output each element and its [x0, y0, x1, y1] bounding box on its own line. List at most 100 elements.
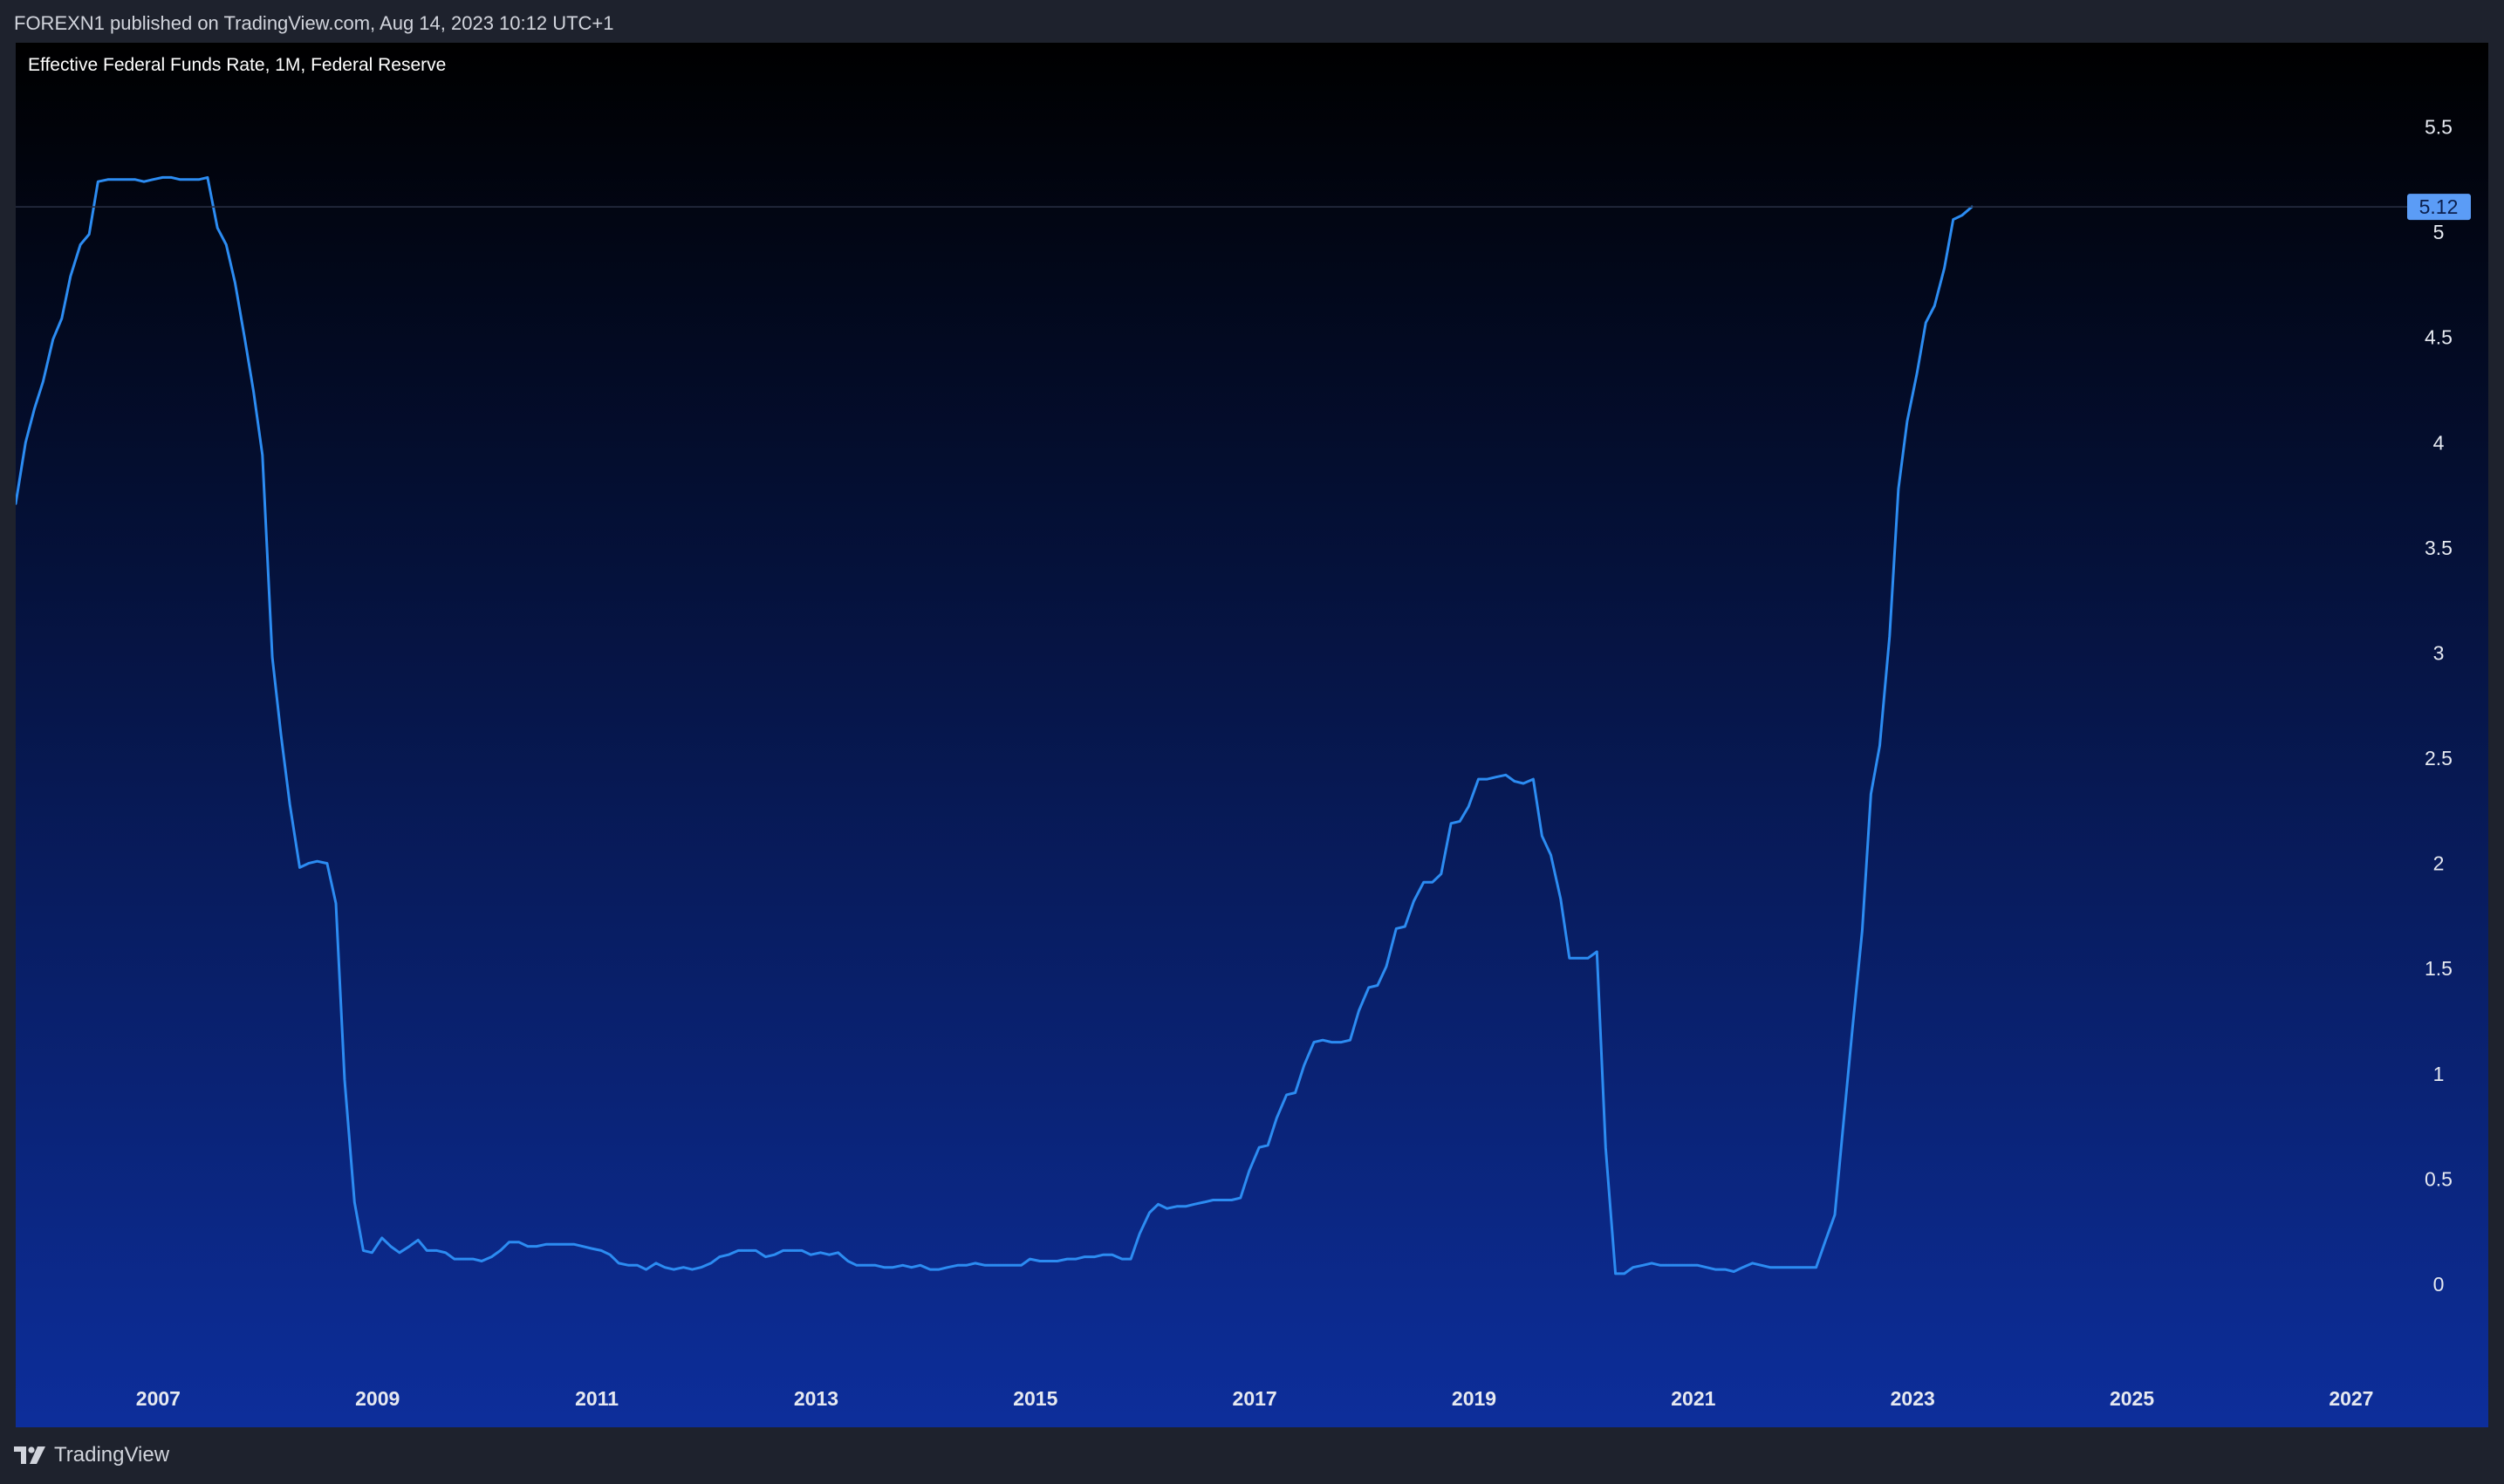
series-point: [42, 380, 44, 383]
series-point: [1212, 1199, 1214, 1201]
series-point: [1468, 805, 1469, 808]
series-point: [1823, 1241, 1826, 1243]
series-point: [243, 339, 246, 340]
series-point: [307, 862, 310, 865]
series-point: [143, 181, 145, 182]
series-point: [390, 1245, 392, 1248]
series-point: [1769, 1266, 1771, 1269]
series-point: [1889, 635, 1891, 637]
series-point: [938, 1269, 940, 1270]
series-point: [618, 1262, 619, 1264]
series-point: [1806, 1266, 1809, 1269]
chart-title: Effective Federal Funds Rate, 1M, Federa…: [28, 55, 447, 75]
x-tick-label: 2027: [2329, 1387, 2373, 1410]
series-point: [499, 1249, 502, 1252]
chart-svg[interactable]: 0 0.5 1 1.5 2 2.5 3 3.5 4 4.5 5 5.5 2007 2009 2011 201…: [16, 43, 2488, 1427]
series-point: [1834, 1214, 1836, 1216]
series-point: [453, 1258, 455, 1260]
series-point: [1112, 1254, 1113, 1255]
series-point: [1495, 776, 1497, 778]
series-point: [399, 1252, 400, 1254]
y-tick-label: 4: [2433, 431, 2445, 454]
series-point: [1651, 1262, 1652, 1264]
series-point: [911, 1266, 913, 1269]
series-point: [1916, 372, 1918, 374]
series-point: [1450, 823, 1452, 824]
series-point: [1440, 872, 1442, 875]
y-tick-label: 0.5: [2425, 1167, 2453, 1190]
series-point: [901, 1264, 904, 1267]
y-tick-label: 3: [2433, 641, 2445, 664]
series-point: [645, 1269, 647, 1270]
series-point: [1550, 854, 1552, 856]
series-point: [1933, 304, 1936, 307]
series-point: [627, 1264, 630, 1267]
series-point: [298, 866, 301, 869]
chart-pane[interactable]: 0 0.5 1 1.5 2 2.5 3 3.5 4 4.5 5 5.5 2007 2009 2011 201…: [16, 43, 2488, 1427]
series-point: [1925, 322, 1927, 324]
series-point: [1194, 1203, 1195, 1206]
series-point: [773, 1254, 776, 1255]
series-point: [381, 1237, 383, 1239]
series-point: [1751, 1262, 1754, 1264]
series-point: [1861, 930, 1864, 932]
series-point: [1577, 957, 1579, 959]
series-point: [252, 391, 255, 393]
publish-info-text: FOREXN1 published on TradingView.com, Au…: [14, 12, 614, 34]
y-tick-label: 1.5: [2425, 957, 2453, 980]
series-point: [362, 1249, 365, 1252]
series-point: [1898, 488, 1899, 490]
series-point: [965, 1264, 968, 1267]
series-point: [61, 318, 63, 319]
series-point: [1642, 1264, 1644, 1267]
series-point: [33, 407, 36, 410]
footer-bar: TradingView: [0, 1427, 2504, 1484]
series-point: [1139, 1233, 1140, 1234]
series-point: [810, 1254, 811, 1255]
series-point: [1039, 1260, 1041, 1262]
series-point: [1486, 778, 1488, 780]
series-point: [1459, 820, 1461, 823]
series-point: [1741, 1266, 1744, 1269]
series-point: [1851, 1029, 1853, 1030]
series-point: [1340, 1041, 1343, 1043]
x-tick-label: 2017: [1233, 1387, 1277, 1410]
series-point: [435, 1249, 438, 1252]
series-point: [728, 1254, 729, 1255]
series-point: [1632, 1266, 1634, 1269]
series-point: [51, 339, 54, 340]
series-point: [234, 282, 236, 284]
series-point: [1057, 1260, 1058, 1262]
series-point: [1413, 900, 1415, 902]
tradingview-logo[interactable]: TradingView: [14, 1443, 169, 1467]
series-point: [1714, 1269, 1716, 1270]
series-point: [993, 1264, 995, 1267]
series-point: [1522, 783, 1524, 784]
series-point: [1569, 957, 1570, 959]
series-point: [106, 179, 109, 181]
series-point: [819, 1252, 822, 1254]
series-point: [1431, 881, 1433, 884]
series-point: [655, 1262, 657, 1264]
series-point: [280, 734, 282, 736]
series-point: [1422, 881, 1425, 884]
series-point: [1249, 1170, 1250, 1172]
y-tick-label: 4.5: [2425, 326, 2453, 349]
series-point: [956, 1264, 959, 1267]
series-point: [1166, 1207, 1168, 1209]
series-point: [856, 1264, 858, 1267]
series-point: [1604, 1146, 1607, 1148]
series-point: [792, 1249, 794, 1252]
series-point: [225, 243, 228, 246]
series-point: [1157, 1203, 1160, 1206]
x-tick-label: 2019: [1452, 1387, 1496, 1410]
publish-header: FOREXN1 published on TradingView.com, Au…: [0, 0, 2504, 42]
series-point: [664, 1266, 666, 1269]
series-point: [198, 179, 200, 181]
series-point: [1230, 1199, 1233, 1201]
series-point: [527, 1245, 529, 1248]
series-point: [755, 1249, 757, 1252]
series-point: [1395, 927, 1398, 930]
series-point: [1733, 1270, 1735, 1273]
y-tick-label: 5.5: [2425, 115, 2453, 138]
